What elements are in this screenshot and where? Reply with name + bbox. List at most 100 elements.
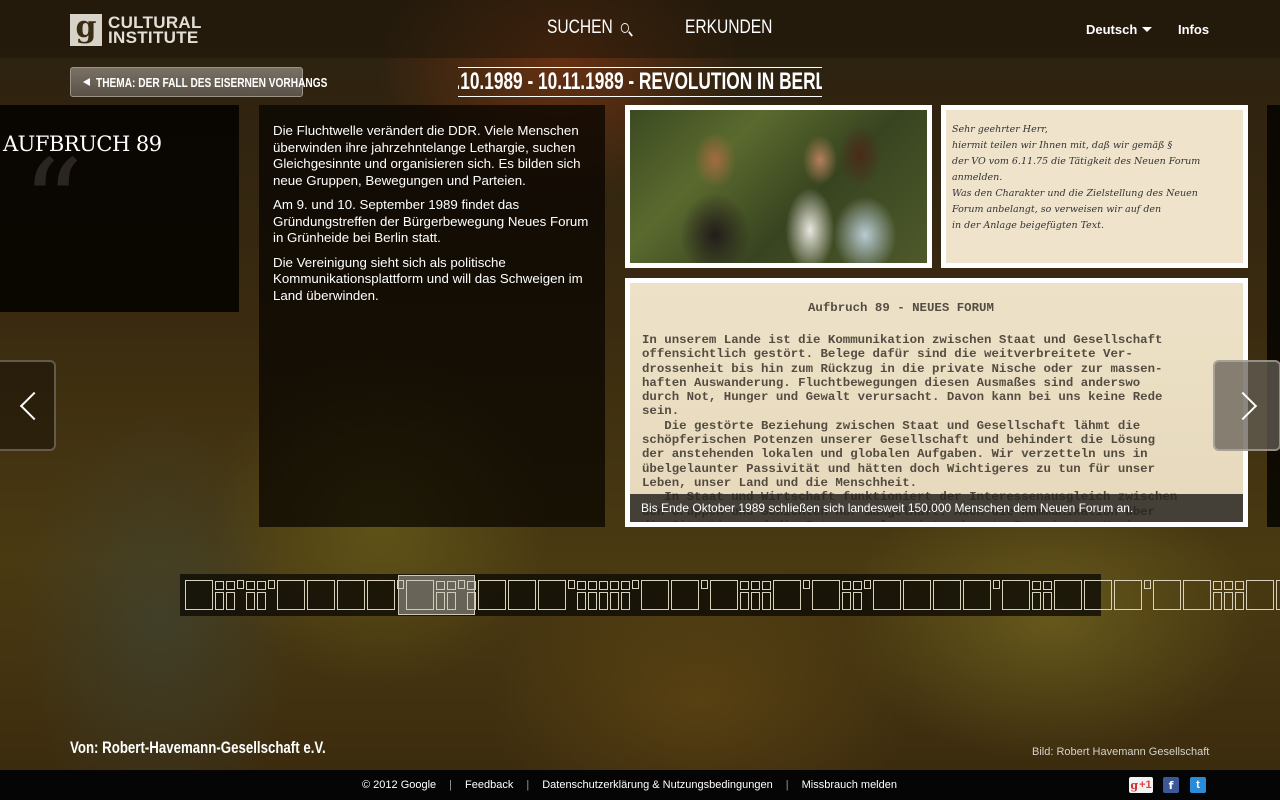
thumbnail[interactable] <box>226 591 235 610</box>
thumbnail-strip[interactable] <box>180 574 1280 616</box>
thumbnail[interactable] <box>185 580 213 610</box>
footer-separator: | <box>526 779 530 791</box>
thumbnail[interactable] <box>1235 580 1244 590</box>
thumbnail[interactable] <box>933 580 961 610</box>
photo-women-garden[interactable] <box>625 105 932 268</box>
thumbnail[interactable] <box>1213 580 1222 590</box>
thumbnail[interactable] <box>1153 580 1181 610</box>
thumbnail-stack <box>621 580 630 610</box>
cultural-institute-logo[interactable]: g CULTURAL INSTITUTE <box>70 13 202 46</box>
thumbnail[interactable] <box>1114 580 1142 610</box>
typed-document-image[interactable]: Aufbruch 89 - NEUES FORUM In unserem Lan… <box>625 278 1248 527</box>
thumbnail[interactable] <box>577 580 586 590</box>
thumbnail[interactable] <box>1224 591 1233 610</box>
thumbnail[interactable] <box>538 580 566 610</box>
thumbnail[interactable] <box>1032 591 1041 610</box>
infos-link[interactable]: Infos <box>1178 22 1209 37</box>
thumbnail[interactable] <box>671 580 699 610</box>
thumbnail[interactable] <box>1043 591 1052 610</box>
thumbnail-stack <box>1032 580 1041 610</box>
thumbnail[interactable] <box>1054 580 1082 610</box>
thumbnail[interactable] <box>307 580 335 610</box>
thumbnail[interactable] <box>1246 580 1274 610</box>
privacy-terms-link[interactable]: Datenschutzerklärung & Nutzungsbedingung… <box>542 779 773 791</box>
language-dropdown[interactable]: Deutsch <box>1086 22 1153 37</box>
thumbnail[interactable] <box>842 580 851 590</box>
thumbnail[interactable] <box>508 580 536 610</box>
thumbnail[interactable] <box>610 580 619 590</box>
thumbnail[interactable] <box>568 580 575 589</box>
thumbnail[interactable] <box>215 580 224 590</box>
google-plus-one-icon[interactable]: g +1 <box>1129 777 1153 793</box>
report-abuse-link[interactable]: Missbrauch melden <box>802 779 897 791</box>
thumbnail[interactable] <box>740 591 749 610</box>
thumbnail[interactable] <box>701 580 708 589</box>
thumbnail[interactable] <box>641 580 669 610</box>
thumbnail[interactable] <box>1002 580 1030 610</box>
thumbnail[interactable] <box>710 580 738 610</box>
facebook-icon[interactable]: f <box>1163 777 1179 793</box>
thumbnail[interactable] <box>873 580 901 610</box>
thumbnail[interactable] <box>1213 591 1222 610</box>
footer-links: © 2012 Google | Feedback | Datenschutzer… <box>362 779 897 791</box>
thumbnail[interactable] <box>1235 591 1244 610</box>
nav-explore[interactable]: ERKUNDEN <box>685 17 772 39</box>
thumbnail[interactable] <box>1084 580 1112 610</box>
thumbnail[interactable] <box>773 580 801 610</box>
thumbnail[interactable] <box>1183 580 1211 610</box>
thumbnail[interactable] <box>762 591 771 610</box>
theme-back-button[interactable]: THEMA: DER FALL DES EISERNEN VORHANGS <box>70 67 327 97</box>
thumbnail[interactable] <box>740 580 749 590</box>
thumbnail[interactable] <box>478 580 506 610</box>
thumbnail[interactable] <box>751 580 760 590</box>
thumbnail[interactable] <box>853 580 862 590</box>
nav-search[interactable]: SUCHEN <box>547 17 630 39</box>
thumbnail[interactable] <box>1276 580 1280 610</box>
thumbnail[interactable] <box>367 580 395 610</box>
thumbnail[interactable] <box>803 580 810 589</box>
handwritten-letter-image[interactable]: Sehr geehrter Herr, hiermit teilen wir I… <box>941 105 1248 268</box>
letter-line: hiermit teilen wir Ihnen mit, daß wir ge… <box>952 140 1173 151</box>
thumbnail[interactable] <box>1043 580 1052 590</box>
thumbnail[interactable] <box>1224 580 1233 590</box>
thumbnail-stack <box>1213 580 1222 610</box>
thumbnail[interactable] <box>337 580 365 610</box>
thumbnail[interactable] <box>903 580 931 610</box>
thumbnail[interactable] <box>610 591 619 610</box>
thumbnail[interactable] <box>257 591 266 610</box>
letter-line: anmelden. <box>952 172 1003 183</box>
thumbnail[interactable] <box>599 580 608 590</box>
thumbnail-strip-current-selection[interactable] <box>398 575 475 615</box>
thumbnail[interactable] <box>588 591 597 610</box>
thumbnail[interactable] <box>257 580 266 590</box>
thumbnail[interactable] <box>577 591 586 610</box>
thumbnail[interactable] <box>268 580 275 589</box>
thumbnail[interactable] <box>853 591 862 610</box>
thumbnail[interactable] <box>621 580 630 590</box>
feedback-link[interactable]: Feedback <box>465 779 513 791</box>
thumbnail[interactable] <box>751 591 760 610</box>
thumbnail[interactable] <box>762 580 771 590</box>
twitter-icon[interactable]: t <box>1190 777 1206 793</box>
thumbnail[interactable] <box>632 580 639 589</box>
thumbnail[interactable] <box>588 580 597 590</box>
thumbnail[interactable] <box>621 591 630 610</box>
thumbnail[interactable] <box>246 591 255 610</box>
thumbnail[interactable] <box>864 580 871 589</box>
thumbnail[interactable] <box>215 591 224 610</box>
thumbnail[interactable] <box>1144 580 1151 589</box>
thumbnail[interactable] <box>226 580 235 590</box>
thumbnail[interactable] <box>812 580 840 610</box>
next-button[interactable] <box>1213 360 1280 451</box>
thumbnail[interactable] <box>993 580 1000 589</box>
thumbnail[interactable] <box>246 580 255 590</box>
thumbnail[interactable] <box>277 580 305 610</box>
thumbnail[interactable] <box>599 591 608 610</box>
thumbnail[interactable] <box>963 580 991 610</box>
previous-button[interactable] <box>0 360 56 451</box>
thumbnail[interactable] <box>1032 580 1041 590</box>
thumbnail[interactable] <box>842 591 851 610</box>
source-credit[interactable]: Von: Robert-Havemann-Gesellschaft e.V. <box>70 738 326 758</box>
thumbnail-stack <box>842 580 851 610</box>
thumbnail[interactable] <box>237 580 244 589</box>
